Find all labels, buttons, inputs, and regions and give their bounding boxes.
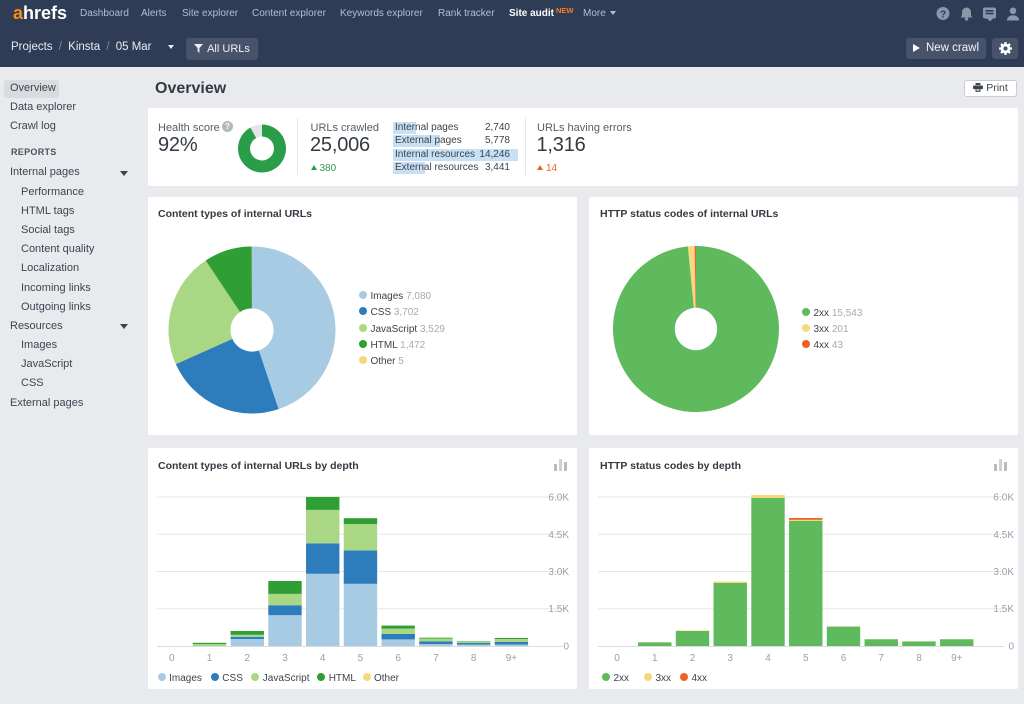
- svg-text:6: 6: [841, 653, 847, 664]
- svg-text:7: 7: [433, 653, 439, 664]
- svg-text:0: 0: [1008, 642, 1014, 653]
- svg-text:7: 7: [878, 653, 884, 664]
- svg-text:1: 1: [207, 653, 213, 664]
- svg-text:0: 0: [614, 653, 620, 664]
- svg-text:6: 6: [395, 653, 401, 664]
- svg-text:8: 8: [471, 653, 477, 664]
- svg-text:3.0K: 3.0K: [548, 567, 569, 578]
- svg-text:1: 1: [652, 653, 658, 664]
- svg-text:6.0K: 6.0K: [548, 493, 569, 504]
- svg-text:0: 0: [563, 642, 569, 653]
- svg-text:3: 3: [282, 653, 288, 664]
- svg-text:6.0K: 6.0K: [993, 493, 1014, 504]
- svg-text:0: 0: [169, 653, 175, 664]
- svg-text:4: 4: [765, 653, 771, 664]
- svg-text:9+: 9+: [951, 653, 963, 664]
- svg-text:4: 4: [320, 653, 326, 664]
- svg-text:1.5K: 1.5K: [548, 604, 569, 615]
- svg-text:8: 8: [916, 653, 922, 664]
- svg-text:3.0K: 3.0K: [993, 567, 1014, 578]
- svg-text:4.5K: 4.5K: [993, 530, 1014, 541]
- svg-text:4.5K: 4.5K: [548, 530, 569, 541]
- svg-text:2: 2: [690, 653, 696, 664]
- svg-text:1.5K: 1.5K: [993, 604, 1014, 615]
- svg-text:9+: 9+: [506, 653, 518, 664]
- svg-text:5: 5: [358, 653, 364, 664]
- svg-text:3: 3: [727, 653, 733, 664]
- svg-text:2: 2: [245, 653, 251, 664]
- svg-text:5: 5: [803, 653, 809, 664]
